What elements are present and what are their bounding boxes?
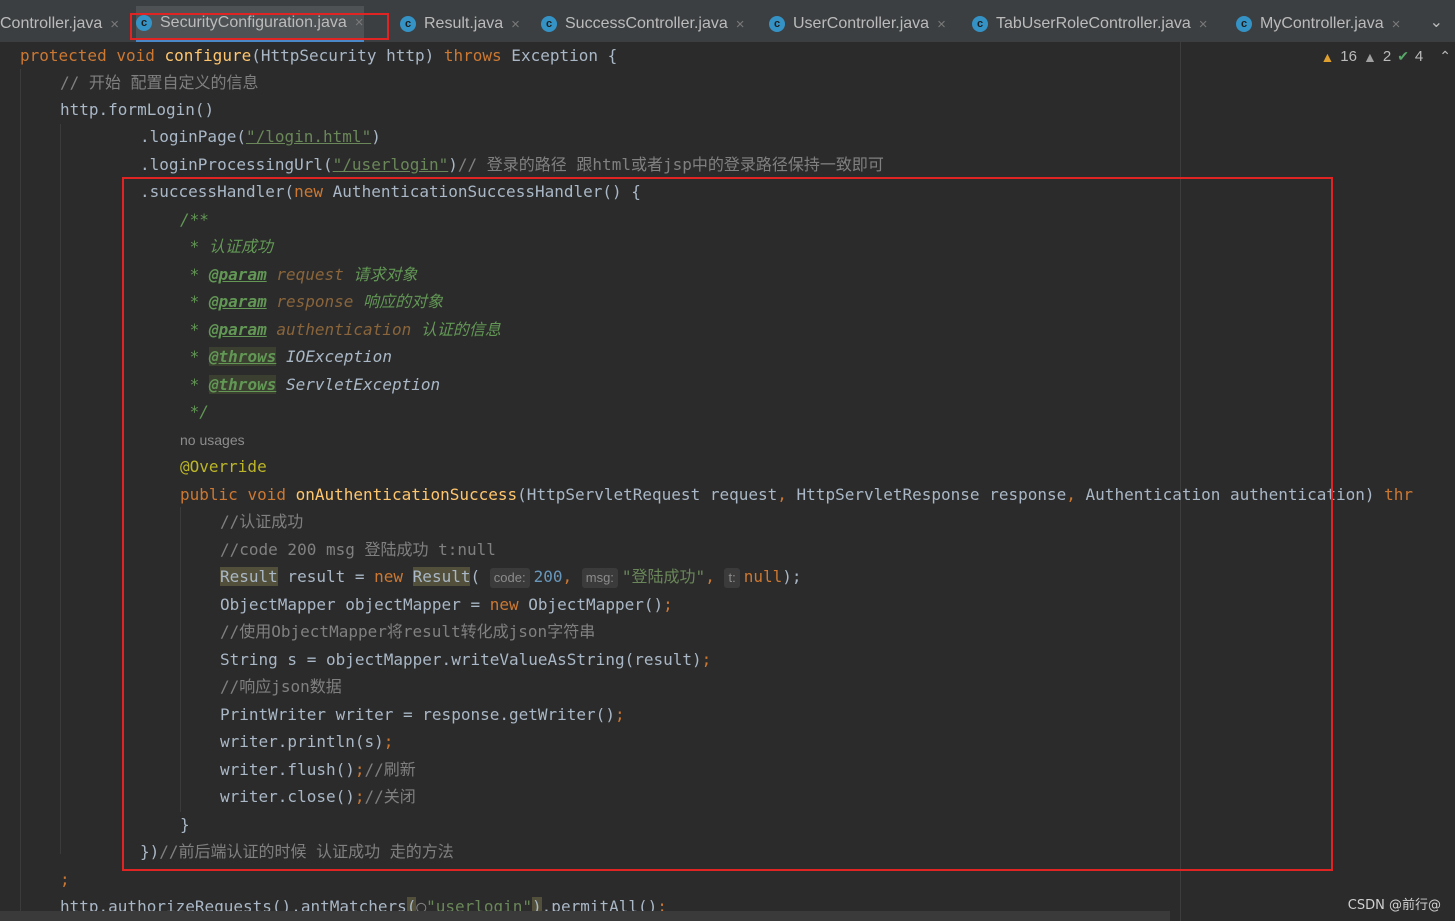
code-line: * @param request 请求对象 (180, 265, 418, 284)
tab-label: MyController.java (1260, 15, 1384, 32)
indent-guide (60, 124, 61, 854)
code-line: * @param response 响应的对象 (180, 292, 444, 311)
code-line: Result result = new Result( code: 200, ms… (220, 567, 802, 588)
chevron-down-icon[interactable]: ⌄ (1430, 12, 1443, 31)
code-line: public void onAuthenticationSuccess(Http… (180, 485, 1414, 504)
code-line: .loginPage("/login.html") (140, 127, 381, 146)
close-icon[interactable]: × (1199, 16, 1208, 33)
code-editor[interactable]: ▲ 16 ▲ 2 ✔ 4 ⌃ protected void configure(… (0, 42, 1455, 921)
param-hint: code: (489, 568, 530, 588)
tab-tab-user-role-controller[interactable]: c TabUserRoleController.java × (972, 6, 1208, 42)
chevron-up-icon[interactable]: ⌃ (1439, 48, 1451, 65)
usages-hint[interactable]: no usages (180, 426, 245, 453)
tab-label: Result.java (424, 15, 504, 32)
code-line: ; (60, 870, 70, 889)
tab-label: SuccessController.java (565, 15, 728, 32)
typo-check-icon: ✔ (1397, 48, 1409, 64)
horizontal-scrollbar[interactable] (0, 911, 1170, 921)
code-line: PrintWriter writer = response.getWriter(… (220, 705, 625, 724)
warnings-count: 16 (1340, 48, 1357, 65)
code-line: http.formLogin() (60, 100, 215, 119)
code-line: //认证成功 (220, 512, 304, 531)
close-icon[interactable]: × (1392, 16, 1401, 33)
close-icon[interactable]: × (110, 16, 119, 33)
code-line: * @throws IOException (180, 347, 392, 366)
code-line: } (180, 815, 190, 834)
code-line: })//前后端认证的时候 认证成功 走的方法 (140, 842, 454, 861)
weak-warnings-count: 2 (1382, 48, 1392, 65)
code-line: /** (180, 210, 209, 229)
inspection-widget[interactable]: ▲ 16 ▲ 2 ✔ 4 ⌃ (1320, 48, 1455, 65)
param-hint: msg: (581, 568, 618, 588)
indent-guide (180, 507, 181, 812)
close-icon[interactable]: × (937, 16, 946, 33)
code-line: * @throws ServletException (180, 375, 441, 394)
code-line: .loginProcessingUrl("/userlogin")// 登录的路… (140, 155, 884, 174)
close-icon[interactable]: × (736, 16, 745, 33)
code-line: //响应json数据 (220, 677, 342, 696)
tab-result[interactable]: c Result.java × (400, 6, 520, 42)
code-line: //code 200 msg 登陆成功 t:null (220, 540, 496, 559)
code-line: ObjectMapper objectMapper = new ObjectMa… (220, 595, 673, 614)
tab-label: TabUserRoleController.java (996, 15, 1191, 32)
java-class-icon: c (972, 16, 988, 32)
code-line: */ (180, 402, 209, 421)
code-line: // 开始 配置自定义的信息 (60, 73, 259, 92)
tab-user-controller[interactable]: c UserController.java × (769, 6, 946, 42)
code-line: writer.println(s); (220, 732, 394, 751)
indent-guide (20, 69, 21, 919)
code-line: protected void configure(HttpSecurity ht… (20, 46, 618, 65)
code-line: String s = objectMapper.writeValueAsStri… (220, 650, 712, 669)
code-line: writer.flush();//刷新 (220, 760, 416, 779)
code-line: @Override (180, 457, 267, 476)
active-tab-highlight-box (130, 13, 389, 40)
watermark: CSDN @前行@ (1347, 898, 1441, 913)
param-hint: t: (724, 568, 740, 588)
code-line: .successHandler(new AuthenticationSucces… (140, 182, 641, 201)
tab-label: Controller.java (0, 15, 103, 32)
close-icon[interactable]: × (511, 16, 520, 33)
code-line: writer.close();//关闭 (220, 787, 416, 806)
java-class-icon: c (541, 16, 557, 32)
tab-my-controller[interactable]: c MyController.java × (1236, 6, 1400, 42)
typos-count: 4 (1414, 48, 1424, 65)
warning-icon: ▲ (1320, 48, 1335, 65)
code-line: * @param authentication 认证的信息 (180, 320, 501, 339)
java-class-icon: c (400, 16, 416, 32)
code-line: //使用ObjectMapper将result转化成json字符串 (220, 622, 596, 641)
code-line: * 认证成功 (180, 237, 273, 256)
tab-success-controller[interactable]: c SuccessController.java × (541, 6, 745, 42)
java-class-icon: c (769, 16, 785, 32)
tab-label: UserController.java (793, 15, 930, 32)
java-class-icon: c (1236, 16, 1252, 32)
tab-controller[interactable]: Controller.java × (0, 6, 119, 42)
weak-warning-icon: ▲ (1362, 48, 1377, 65)
